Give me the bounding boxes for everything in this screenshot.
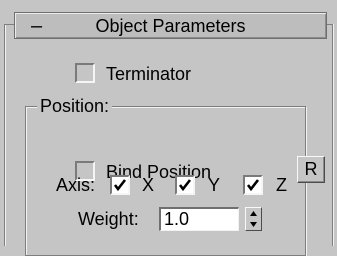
terminator-label: Terminator (106, 64, 192, 84)
spinner-up-button[interactable] (246, 208, 261, 219)
weight-input[interactable]: 1.0 (159, 207, 239, 231)
position-group-title: Position: (37, 96, 113, 116)
reset-button[interactable]: R (297, 156, 325, 183)
rollout-header-object-parameters[interactable]: – Object Parameters (14, 12, 327, 39)
weight-label: Weight: (78, 209, 139, 229)
rollout-title: Object Parameters (95, 16, 246, 36)
axis-y-checkbox[interactable] (175, 175, 195, 195)
rollout-frame-top-right (327, 24, 332, 25)
axis-label: Axis: (56, 175, 96, 195)
axis-z-label: Z (276, 175, 287, 195)
rollout-frame-left (5, 24, 6, 246)
axis-y-label: Y (208, 175, 221, 195)
rollout-frame-right-highlight (333, 24, 334, 246)
check-mark-icon (113, 179, 127, 192)
weight-spinner[interactable] (245, 207, 262, 231)
rollout-frame-top-left (5, 24, 14, 25)
axis-x-label: X (142, 175, 155, 195)
check-mark-icon (178, 179, 192, 192)
axis-z-checkbox[interactable] (243, 175, 263, 195)
axis-x-checkbox[interactable] (110, 175, 130, 195)
triangle-down-icon (250, 222, 257, 227)
triangle-up-icon (250, 211, 257, 216)
spinner-down-button[interactable] (246, 219, 261, 230)
terminator-checkbox[interactable] (75, 63, 95, 83)
check-mark-icon (246, 179, 260, 192)
